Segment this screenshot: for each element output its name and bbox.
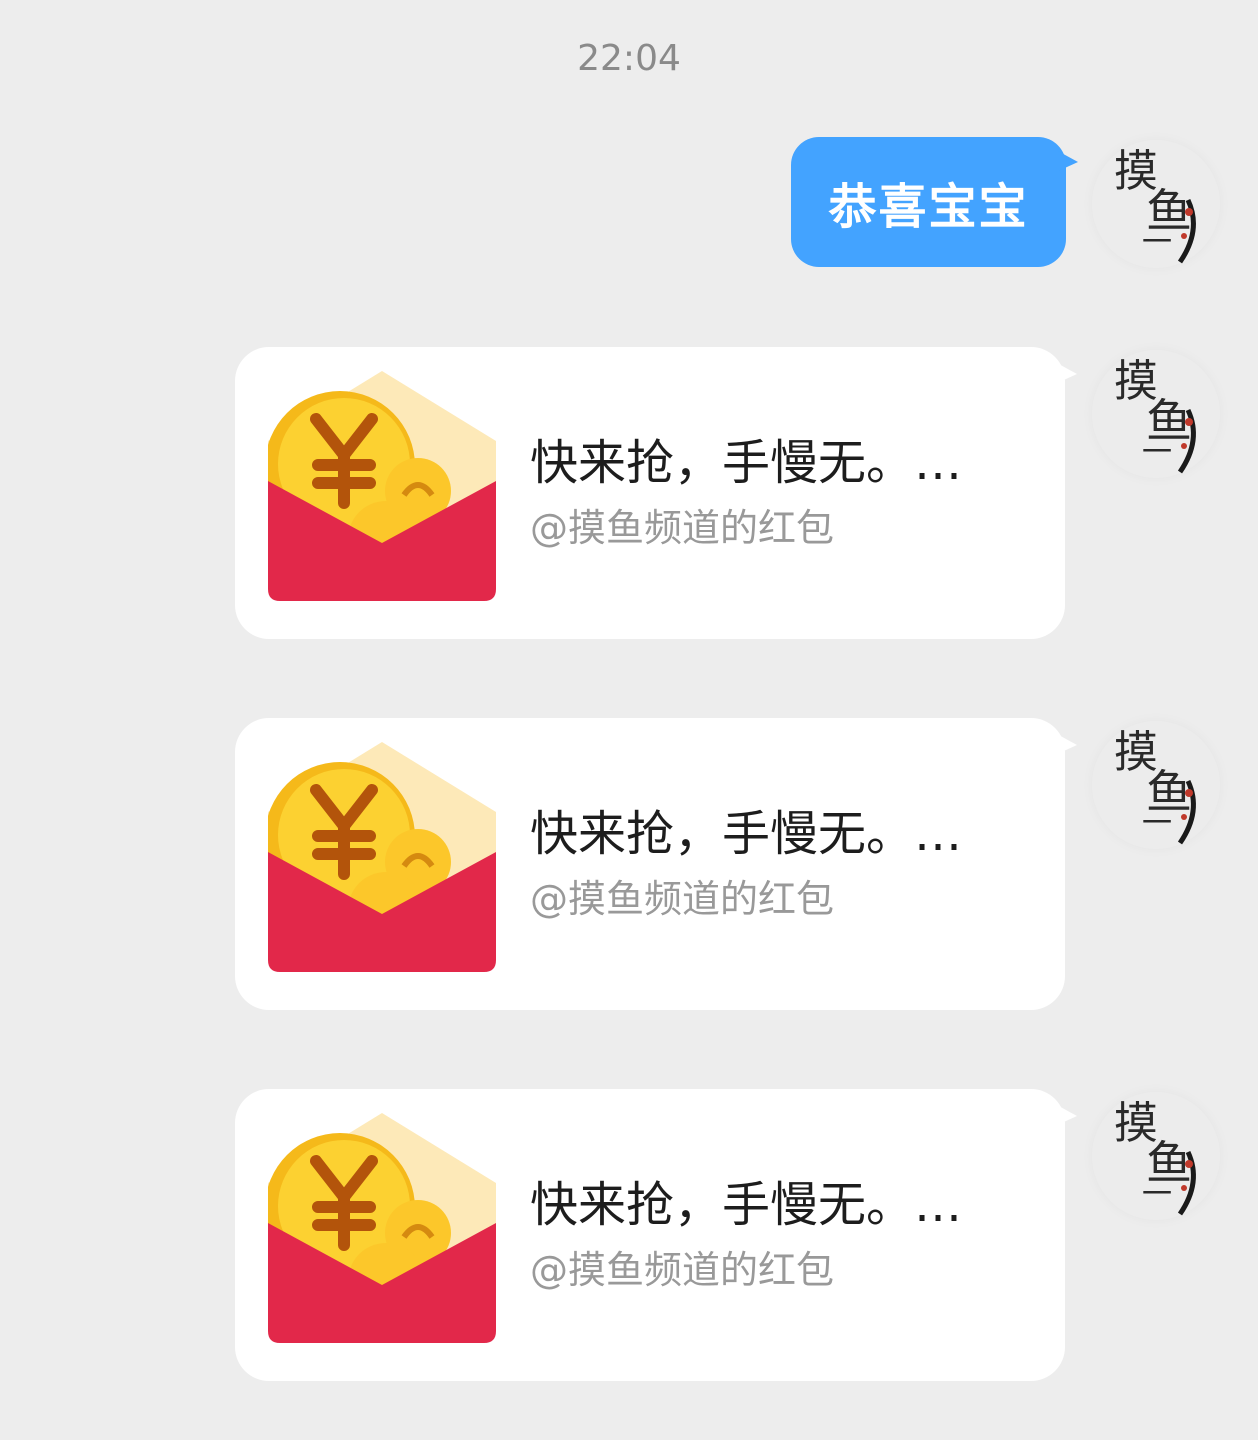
red-packet-card[interactable]: 快来抢，手慢无。… @摸鱼频道的红包 (235, 1089, 1065, 1381)
message-timestamp: 22:04 (577, 38, 681, 79)
fish-icon (1177, 779, 1196, 845)
red-packet-card[interactable]: 快来抢，手慢无。… @摸鱼频道的红包 (235, 347, 1065, 639)
red-packet-title: 快来抢，手慢无。… (530, 435, 963, 491)
bubble-tail (1055, 362, 1077, 384)
red-envelope-icon (268, 1113, 496, 1343)
avatar[interactable]: 摸 鱼 一 (1092, 140, 1220, 268)
red-packet-subtitle: @摸鱼频道的红包 (530, 877, 835, 921)
fish-icon (1177, 408, 1196, 474)
bubble-tail (1056, 150, 1078, 172)
fish-icon (1177, 198, 1196, 264)
avatar[interactable]: 摸 鱼 一 (1092, 1092, 1220, 1220)
bubble-tail (1055, 733, 1077, 755)
fish-icon (1177, 1150, 1196, 1216)
avatar[interactable]: 摸 鱼 一 (1092, 721, 1220, 849)
red-envelope-icon (268, 371, 496, 601)
red-envelope-icon (268, 742, 496, 972)
red-packet-subtitle: @摸鱼频道的红包 (530, 1248, 835, 1292)
bubble-tail (1055, 1104, 1077, 1126)
text-message-bubble[interactable]: 恭喜宝宝 (791, 137, 1066, 267)
red-packet-card[interactable]: 快来抢，手慢无。… @摸鱼频道的红包 (235, 718, 1065, 1010)
red-packet-subtitle: @摸鱼频道的红包 (530, 506, 835, 550)
avatar[interactable]: 摸 鱼 一 (1092, 350, 1220, 478)
chat-screen: 22:04 恭喜宝宝 摸 鱼 一 快来抢，手慢无。… @摸鱼频道的红包 摸 鱼 (0, 0, 1258, 1440)
red-packet-title: 快来抢，手慢无。… (530, 1177, 963, 1233)
red-packet-title: 快来抢，手慢无。… (530, 806, 963, 862)
